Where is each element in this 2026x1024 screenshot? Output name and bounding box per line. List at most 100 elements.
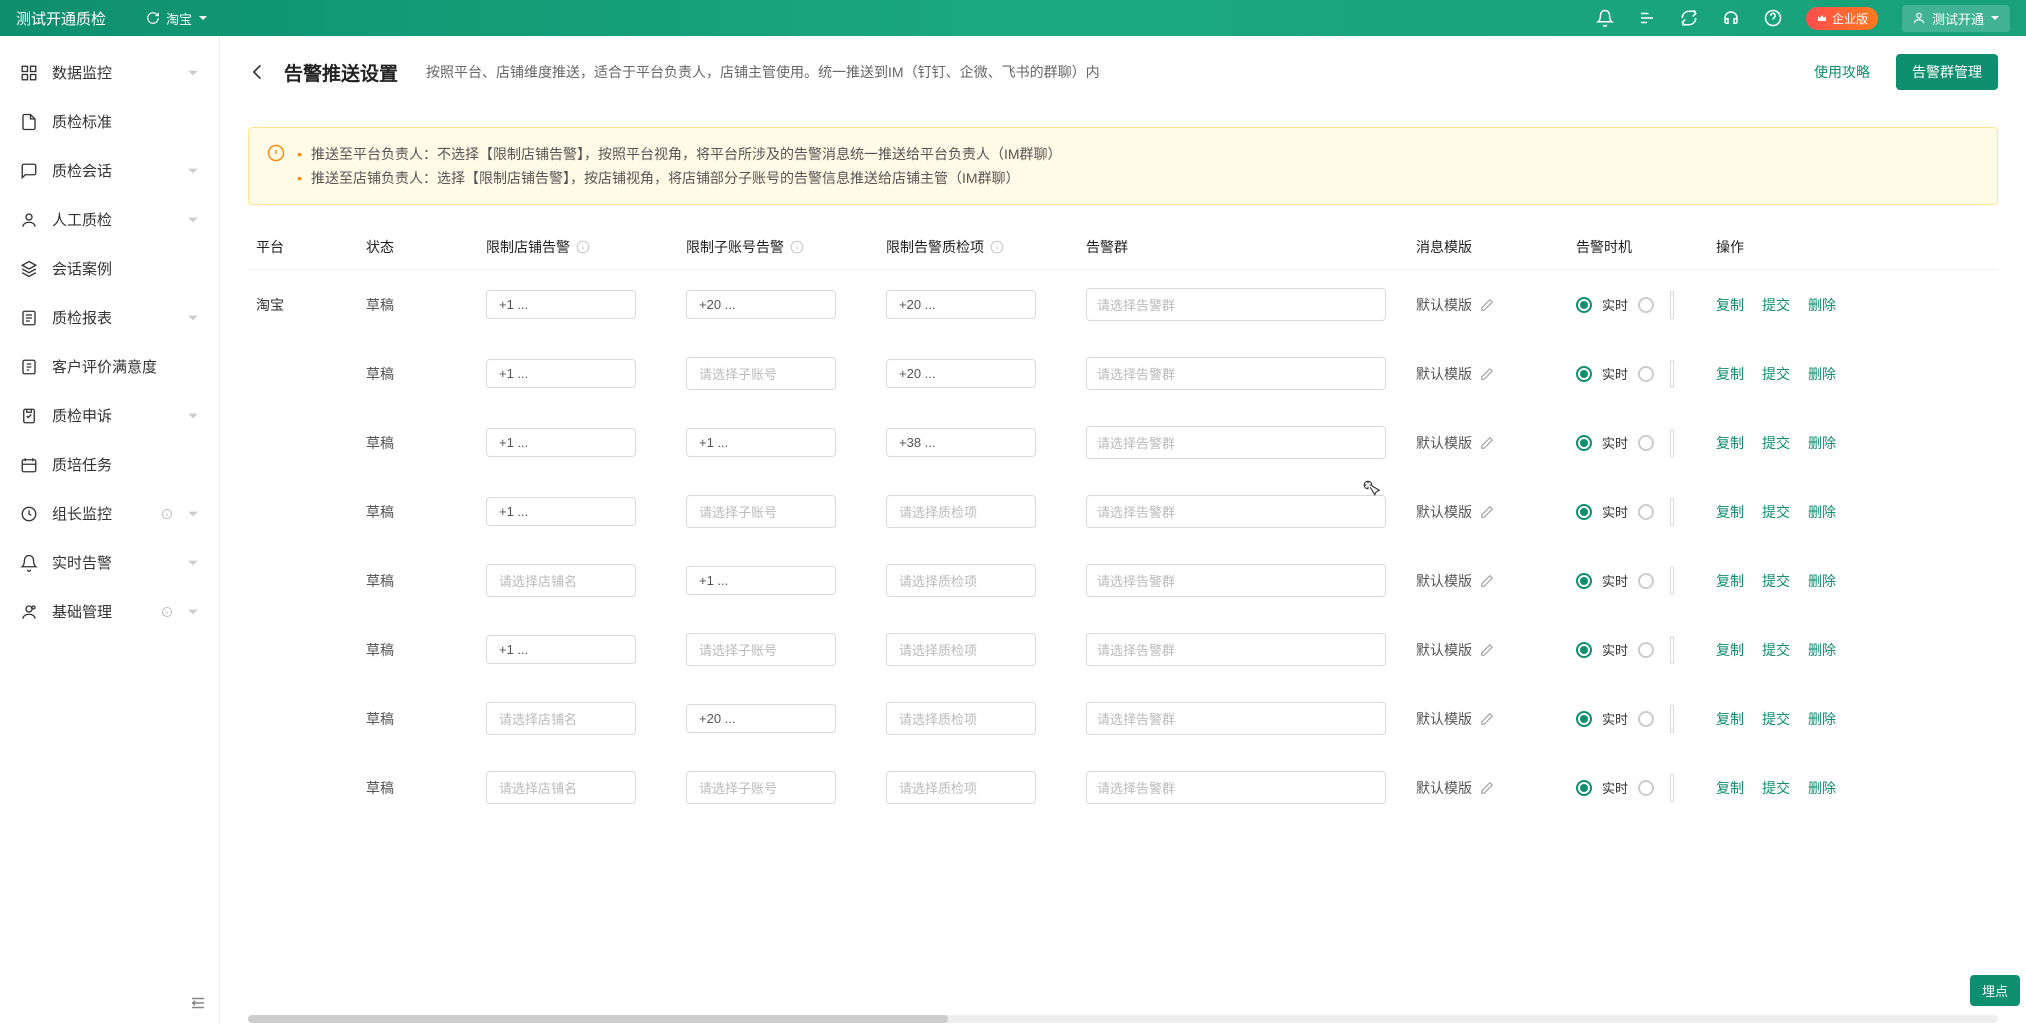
delete-link[interactable]: 删除 — [1808, 778, 1836, 798]
delete-link[interactable]: 删除 — [1808, 640, 1836, 660]
help-icon[interactable] — [1764, 9, 1782, 27]
copy-link[interactable]: 复制 — [1716, 640, 1744, 660]
info-icon[interactable] — [576, 240, 590, 254]
sidebar-item-2[interactable]: 质检会话 — [0, 146, 219, 195]
edit-icon[interactable] — [1480, 643, 1494, 657]
sidebar-item-5[interactable]: 质检报表 — [0, 293, 219, 342]
timing-realtime-radio[interactable] — [1576, 504, 1592, 520]
submit-link[interactable]: 提交 — [1762, 502, 1790, 522]
subaccount-select[interactable]: 请选择子账号 — [686, 357, 836, 390]
delete-link[interactable]: 删除 — [1808, 709, 1836, 729]
timing-other-radio[interactable] — [1638, 573, 1654, 589]
timing-other-radio[interactable] — [1638, 435, 1654, 451]
shop-select[interactable]: 请选择店铺名 — [486, 702, 636, 735]
shop-select[interactable]: +1 ... — [486, 635, 636, 664]
copy-link[interactable]: 复制 — [1716, 778, 1744, 798]
sidebar-item-9[interactable]: 组长监控 — [0, 489, 219, 538]
user-menu[interactable]: 测试开通 — [1902, 5, 2010, 32]
timing-other-radio[interactable] — [1638, 780, 1654, 796]
shop-select[interactable]: +1 ... — [486, 290, 636, 319]
checkitem-select[interactable]: 请选择质检项 — [886, 633, 1036, 666]
delete-link[interactable]: 删除 — [1808, 433, 1836, 453]
sidebar-item-10[interactable]: 实时告警 — [0, 538, 219, 587]
alert-group-select[interactable]: 请选择告警群 — [1086, 357, 1386, 390]
shop-select[interactable]: +1 ... — [486, 359, 636, 388]
timing-realtime-radio[interactable] — [1576, 573, 1592, 589]
horizontal-scrollbar[interactable] — [248, 1015, 1998, 1023]
sidebar-item-11[interactable]: 基础管理 — [0, 587, 219, 636]
submit-link[interactable]: 提交 — [1762, 433, 1790, 453]
manage-groups-button[interactable]: 告警群管理 — [1896, 54, 1998, 90]
info-icon[interactable] — [790, 240, 804, 254]
table-body[interactable]: 淘宝草稿+1 ...+20 ...+20 ...请选择告警群默认模版实时复制提交… — [248, 270, 1998, 830]
enterprise-badge[interactable]: 企业版 — [1806, 7, 1878, 30]
subaccount-select[interactable]: 请选择子账号 — [686, 495, 836, 528]
edit-icon[interactable] — [1480, 505, 1494, 519]
subaccount-select[interactable]: +1 ... — [686, 428, 836, 457]
copy-link[interactable]: 复制 — [1716, 502, 1744, 522]
menu-icon[interactable] — [1638, 9, 1656, 27]
timing-realtime-radio[interactable] — [1576, 297, 1592, 313]
submit-link[interactable]: 提交 — [1762, 778, 1790, 798]
usage-guide-button[interactable]: 使用攻略 — [1802, 54, 1882, 90]
subaccount-select[interactable]: +1 ... — [686, 566, 836, 595]
checkitem-select[interactable]: +20 ... — [886, 290, 1036, 319]
shop-select[interactable]: 请选择店铺名 — [486, 564, 636, 597]
sidebar-item-1[interactable]: 质检标准 — [0, 97, 219, 146]
timing-other-radio[interactable] — [1638, 297, 1654, 313]
sidebar-collapse-icon[interactable] — [189, 994, 207, 1012]
copy-link[interactable]: 复制 — [1716, 571, 1744, 591]
copy-link[interactable]: 复制 — [1716, 364, 1744, 384]
headset-icon[interactable] — [1722, 9, 1740, 27]
edit-icon[interactable] — [1480, 574, 1494, 588]
alert-group-select[interactable]: 请选择告警群 — [1086, 564, 1386, 597]
sidebar-item-3[interactable]: 人工质检 — [0, 195, 219, 244]
alert-group-select[interactable]: 请选择告警群 — [1086, 426, 1386, 459]
copy-link[interactable]: 复制 — [1716, 295, 1744, 315]
submit-link[interactable]: 提交 — [1762, 709, 1790, 729]
tracking-button[interactable]: 埋点 — [1970, 975, 2020, 1006]
subaccount-select[interactable]: 请选择子账号 — [686, 771, 836, 804]
edit-icon[interactable] — [1480, 781, 1494, 795]
shop-select[interactable]: 请选择店铺名 — [486, 771, 636, 804]
submit-link[interactable]: 提交 — [1762, 295, 1790, 315]
alert-group-select[interactable]: 请选择告警群 — [1086, 288, 1386, 321]
notification-icon[interactable] — [1596, 9, 1614, 27]
alert-group-select[interactable]: 请选择告警群 — [1086, 702, 1386, 735]
timing-other-radio[interactable] — [1638, 711, 1654, 727]
sidebar-item-7[interactable]: 质检申诉 — [0, 391, 219, 440]
checkitem-select[interactable]: +38 ... — [886, 428, 1036, 457]
sidebar-item-0[interactable]: 数据监控 — [0, 48, 219, 97]
platform-selector[interactable]: 淘宝 — [146, 9, 208, 28]
alert-group-select[interactable]: 请选择告警群 — [1086, 495, 1386, 528]
delete-link[interactable]: 删除 — [1808, 571, 1836, 591]
delete-link[interactable]: 删除 — [1808, 295, 1836, 315]
timing-realtime-radio[interactable] — [1576, 780, 1592, 796]
copy-link[interactable]: 复制 — [1716, 709, 1744, 729]
back-button[interactable] — [248, 62, 268, 82]
timing-other-radio[interactable] — [1638, 366, 1654, 382]
timing-other-radio[interactable] — [1638, 504, 1654, 520]
submit-link[interactable]: 提交 — [1762, 571, 1790, 591]
delete-link[interactable]: 删除 — [1808, 502, 1836, 522]
edit-icon[interactable] — [1480, 712, 1494, 726]
alert-group-select[interactable]: 请选择告警群 — [1086, 633, 1386, 666]
timing-realtime-radio[interactable] — [1576, 711, 1592, 727]
timing-realtime-radio[interactable] — [1576, 642, 1592, 658]
copy-link[interactable]: 复制 — [1716, 433, 1744, 453]
shop-select[interactable]: +1 ... — [486, 428, 636, 457]
sidebar-item-6[interactable]: 客户评价满意度 — [0, 342, 219, 391]
checkitem-select[interactable]: +20 ... — [886, 359, 1036, 388]
checkitem-select[interactable]: 请选择质检项 — [886, 564, 1036, 597]
sync-icon[interactable] — [1680, 9, 1698, 27]
sidebar-item-4[interactable]: 会话案例 — [0, 244, 219, 293]
checkitem-select[interactable]: 请选择质检项 — [886, 495, 1036, 528]
submit-link[interactable]: 提交 — [1762, 364, 1790, 384]
sidebar-item-8[interactable]: 质培任务 — [0, 440, 219, 489]
subaccount-select[interactable]: +20 ... — [686, 704, 836, 733]
edit-icon[interactable] — [1480, 367, 1494, 381]
timing-realtime-radio[interactable] — [1576, 435, 1592, 451]
checkitem-select[interactable]: 请选择质检项 — [886, 702, 1036, 735]
info-icon[interactable] — [990, 240, 1004, 254]
timing-realtime-radio[interactable] — [1576, 366, 1592, 382]
